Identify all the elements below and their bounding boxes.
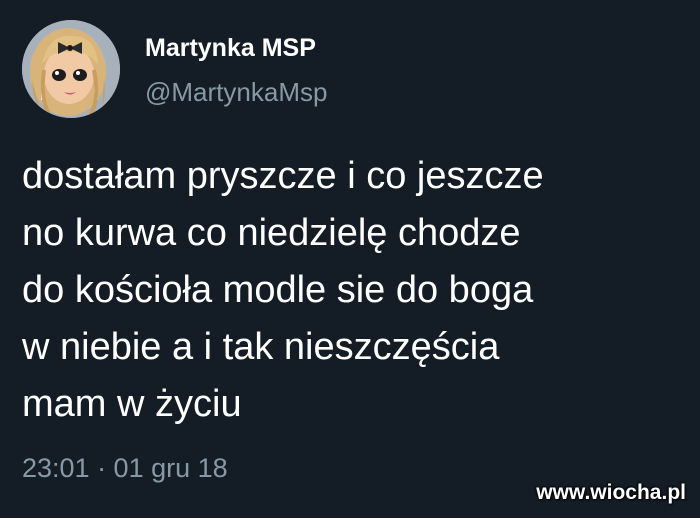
- display-name[interactable]: Martynka MSP: [145, 34, 316, 63]
- tweet-text-line: no kurwa co niedzielę chodze: [22, 212, 521, 254]
- user-handle[interactable]: @MartynkaMsp: [145, 77, 327, 108]
- tweet-text-line: do kościoła modle sie do boga: [22, 269, 534, 311]
- tweet-text: dostałam pryszcze i co jeszcze no kurwa …: [22, 148, 682, 433]
- tweet-card: Martynka MSP @MartynkaMsp dostałam prysz…: [0, 0, 700, 518]
- watermark: www.wiocha.pl: [536, 481, 686, 504]
- tweet-text-line: mam w życiu: [22, 383, 242, 425]
- cartoon-girl-avatar-icon: [22, 20, 120, 118]
- avatar[interactable]: [22, 20, 120, 118]
- tweet-timestamp[interactable]: 23:01 · 01 gru 18: [22, 453, 228, 484]
- tweet-text-line: dostałam pryszcze i co jeszcze: [22, 155, 544, 197]
- tweet-text-line: w niebie a i tak nieszczęścia: [22, 326, 500, 368]
